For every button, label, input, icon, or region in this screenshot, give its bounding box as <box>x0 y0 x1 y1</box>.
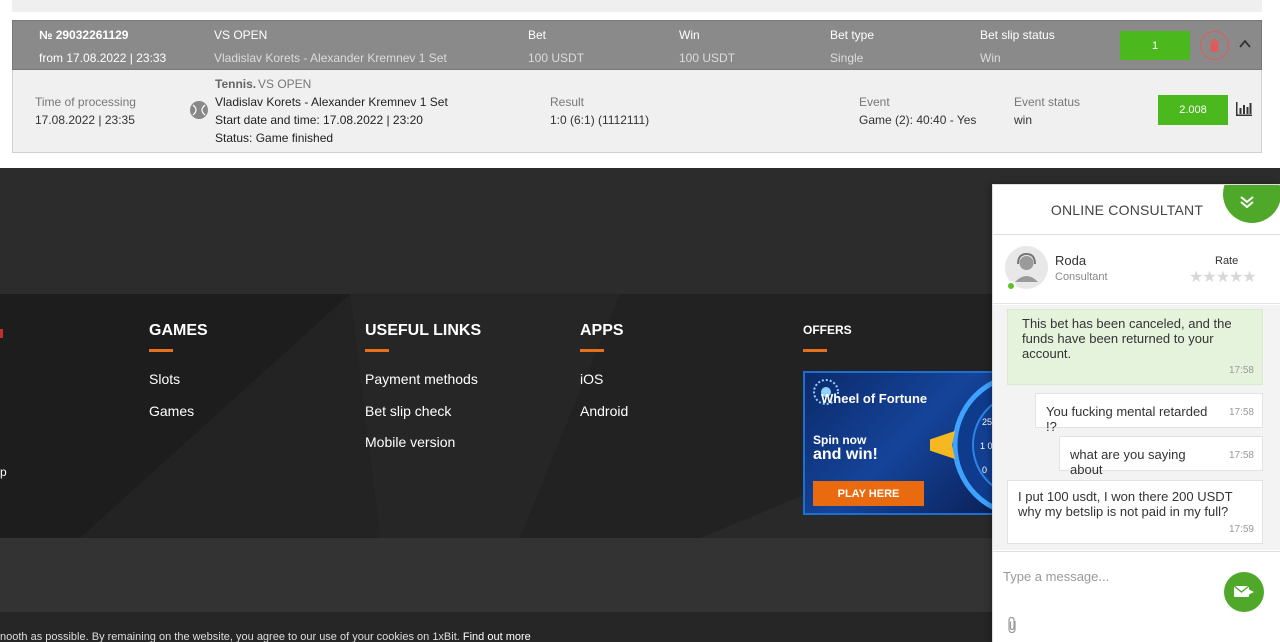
games-title: GAMES <box>149 322 208 339</box>
message-time: 17:59 <box>1228 524 1254 535</box>
chat-composer <box>993 551 1280 642</box>
banner-title: Wheel of Fortune <box>821 391 928 406</box>
footer-link-games[interactable]: Games <box>149 403 194 419</box>
slip-status-value: Win <box>980 51 1001 65</box>
cookie-find-out-more-link[interactable]: Find out more <box>463 631 531 642</box>
message-time: 17:58 <box>1228 365 1254 376</box>
bet-type-label: Bet type <box>830 28 875 42</box>
footer-link-ios[interactable]: iOS <box>580 371 603 387</box>
win-value: 100 USDT <box>679 51 736 65</box>
result-label: Result <box>550 95 585 109</box>
chat-message-agent: This bet has been canceled, and the fund… <box>1007 309 1263 385</box>
chat-header: ONLINE CONSULTANT <box>993 185 1280 235</box>
message-text: You fucking mental retarded !? <box>1046 404 1208 434</box>
svg-text:25: 25 <box>982 417 992 427</box>
footer-link-mobile-version[interactable]: Mobile version <box>365 434 455 450</box>
agent-name: Roda <box>1055 253 1087 268</box>
message-time: 17:58 <box>1228 450 1254 461</box>
footer-link-bet-slip-check[interactable]: Bet slip check <box>365 403 451 419</box>
event-group: VS OPEN <box>214 28 268 42</box>
double-chevron-down-icon <box>1240 196 1254 209</box>
games-underline <box>149 349 173 352</box>
amount-button[interactable]: 1 <box>1120 31 1190 60</box>
chevron-up-icon[interactable] <box>1239 38 1251 50</box>
svg-text:0: 0 <box>982 465 987 475</box>
match-name: Vladislav Korets - Alexander Kremnev 1 S… <box>215 95 448 109</box>
bar-chart-icon[interactable] <box>1236 102 1252 116</box>
result-value: 1:0 (6:1) (1112111) <box>550 113 650 127</box>
send-envelope-icon <box>1234 585 1254 597</box>
slip-status-label: Bet slip status <box>980 28 1055 42</box>
agent-card: Roda Consultant Rate ★★★★★ <box>993 236 1280 304</box>
chat-messages: This bet has been canceled, and the fund… <box>993 305 1280 550</box>
delete-button[interactable] <box>1200 31 1229 60</box>
chat-widget: ONLINE CONSULTANT Roda Consultant Rate ★… <box>992 184 1280 642</box>
rating-stars[interactable]: ★★★★★ <box>1189 267 1257 287</box>
tournament-label: VS OPEN <box>258 77 312 91</box>
offers-title: OFFERS <box>803 323 852 337</box>
top-strip <box>12 0 1262 12</box>
online-status-dot <box>1006 281 1016 291</box>
message-text: This bet has been canceled, and the fund… <box>1022 316 1232 361</box>
offers-underline <box>803 349 827 352</box>
trash-icon <box>1209 39 1220 52</box>
chat-title: ONLINE CONSULTANT <box>1050 202 1204 218</box>
agent-role: Consultant <box>1055 271 1108 283</box>
event-status-value: win <box>1014 113 1033 127</box>
bet-number: № 29032261129 <box>39 28 129 42</box>
processing-value: 17.08.2022 | 23:35 <box>35 113 135 127</box>
event-name: Vladislav Korets - Alexander Kremnev 1 S… <box>214 51 447 65</box>
paperclip-icon[interactable] <box>1006 616 1018 634</box>
processing-label: Time of processing <box>35 95 136 109</box>
useful-links-title: USEFUL LINKS <box>365 322 482 339</box>
banner-win-text: and win! <box>813 446 878 463</box>
event-status-label: Event status <box>1014 95 1081 109</box>
cookie-text: nooth as possible. By remaining on the w… <box>0 631 460 642</box>
send-message-button[interactable] <box>1224 572 1264 612</box>
message-text: what are you saying about <box>1070 447 1186 477</box>
apps-title: APPS <box>580 322 624 339</box>
bet-type-value: Single <box>830 51 864 65</box>
game-status: Status: Game finished <box>215 131 334 145</box>
chat-message-user: You fucking mental retarded !? 17:58 <box>1035 393 1263 434</box>
left-edge-accent <box>0 329 3 338</box>
rate-label: Rate <box>1215 255 1239 267</box>
message-time: 17:58 <box>1228 407 1254 418</box>
wheel-of-fortune-banner[interactable]: 25 1 00 0 Wheel of Fortune Spin now and … <box>803 371 1003 515</box>
tennis-ball-icon <box>190 101 208 119</box>
play-here-button[interactable]: PLAY HERE <box>813 481 924 506</box>
apps-underline <box>580 349 604 352</box>
bet-detail-row: Time of processing 17.08.2022 | 23:35 Te… <box>12 70 1262 153</box>
bet-date: from 17.08.2022 | 23:33 <box>39 51 167 65</box>
left-edge-text: p <box>0 465 7 479</box>
footer-link-slots[interactable]: Slots <box>149 371 180 387</box>
bet-label: Bet <box>528 28 547 42</box>
bet-header-row[interactable]: № 29032261129 from 17.08.2022 | 23:33 VS… <box>12 20 1262 70</box>
coefficient-button[interactable]: 2.008 <box>1158 95 1228 125</box>
banner-spin-text: Spin now <box>813 433 867 447</box>
sport-label: Tennis. <box>215 77 257 91</box>
cookie-notice: nooth as possible. By remaining on the w… <box>0 631 531 642</box>
useful-links-underline <box>365 349 389 352</box>
chat-message-user: what are you saying about 17:58 <box>1059 436 1263 477</box>
win-label: Win <box>679 28 700 42</box>
bet-value: 100 USDT <box>528 51 585 65</box>
event-label: Event <box>859 95 890 109</box>
chat-message-input[interactable] <box>1003 566 1213 586</box>
footer-link-payment-methods[interactable]: Payment methods <box>365 371 478 387</box>
chat-message-user: I put 100 usdt, I won there 200 USDT why… <box>1007 480 1263 544</box>
event-value: Game (2): 40:40 - Yes <box>859 113 977 127</box>
footer-link-android[interactable]: Android <box>580 403 628 419</box>
start-time: Start date and time: 17.08.2022 | 23:20 <box>215 113 423 127</box>
message-text: I put 100 usdt, I won there 200 USDT why… <box>1018 489 1233 519</box>
